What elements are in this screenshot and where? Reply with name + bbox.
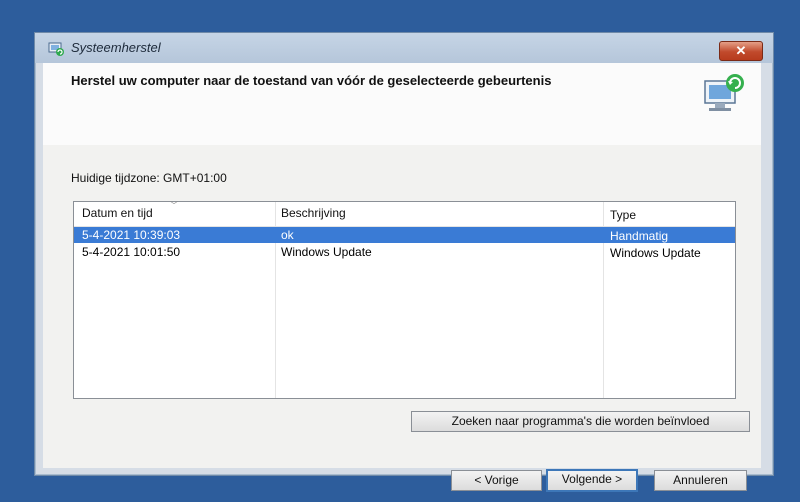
row-date: 5-4-2021 10:01:50	[82, 245, 181, 259]
system-restore-icon	[48, 42, 64, 56]
back-button[interactable]: < Vorige	[451, 470, 542, 491]
column-header-date[interactable]: Datum en tijd	[82, 206, 153, 220]
row-type: Windows Update	[610, 246, 701, 260]
list-header: Datum en tijd ﹀ Beschrijving Type	[74, 201, 735, 227]
next-button[interactable]: Volgende >	[546, 469, 638, 492]
row-description: Windows Update	[281, 245, 372, 259]
dialog-content: Herstel uw computer naar de toestand van…	[43, 63, 761, 492]
table-row[interactable]: 5-4-2021 10:01:50 Windows Update Windows…	[74, 244, 735, 260]
table-row[interactable]: 5-4-2021 10:39:03 ok Handmatig	[74, 227, 735, 243]
scan-affected-programs-button[interactable]: Zoeken naar programma's die worden beïnv…	[411, 411, 750, 432]
close-button[interactable]: ✕	[719, 41, 763, 61]
cancel-button[interactable]: Annuleren	[654, 470, 747, 491]
row-date: 5-4-2021 10:39:03	[82, 228, 181, 242]
row-description: ok	[281, 228, 294, 242]
column-header-description[interactable]: Beschrijving	[281, 206, 346, 220]
window-title: Systeemherstel	[71, 40, 161, 55]
header-panel: Herstel uw computer naar de toestand van…	[43, 63, 761, 145]
sort-indicator-icon: ﹀	[170, 201, 178, 210]
dialog-heading: Herstel uw computer naar de toestand van…	[71, 73, 552, 88]
restore-points-list[interactable]: Datum en tijd ﹀ Beschrijving Type 5-4-20…	[73, 201, 736, 399]
timezone-label: Huidige tijdzone: GMT+01:00	[71, 171, 227, 185]
column-header-type[interactable]: Type	[610, 208, 636, 222]
row-type: Handmatig	[610, 229, 669, 243]
title-bar[interactable]: Systeemherstel ✕	[35, 33, 773, 63]
restore-computer-icon	[704, 74, 744, 111]
system-restore-window: Systeemherstel ✕ Herstel uw computer naa…	[34, 32, 774, 492]
close-icon: ✕	[735, 43, 747, 58]
